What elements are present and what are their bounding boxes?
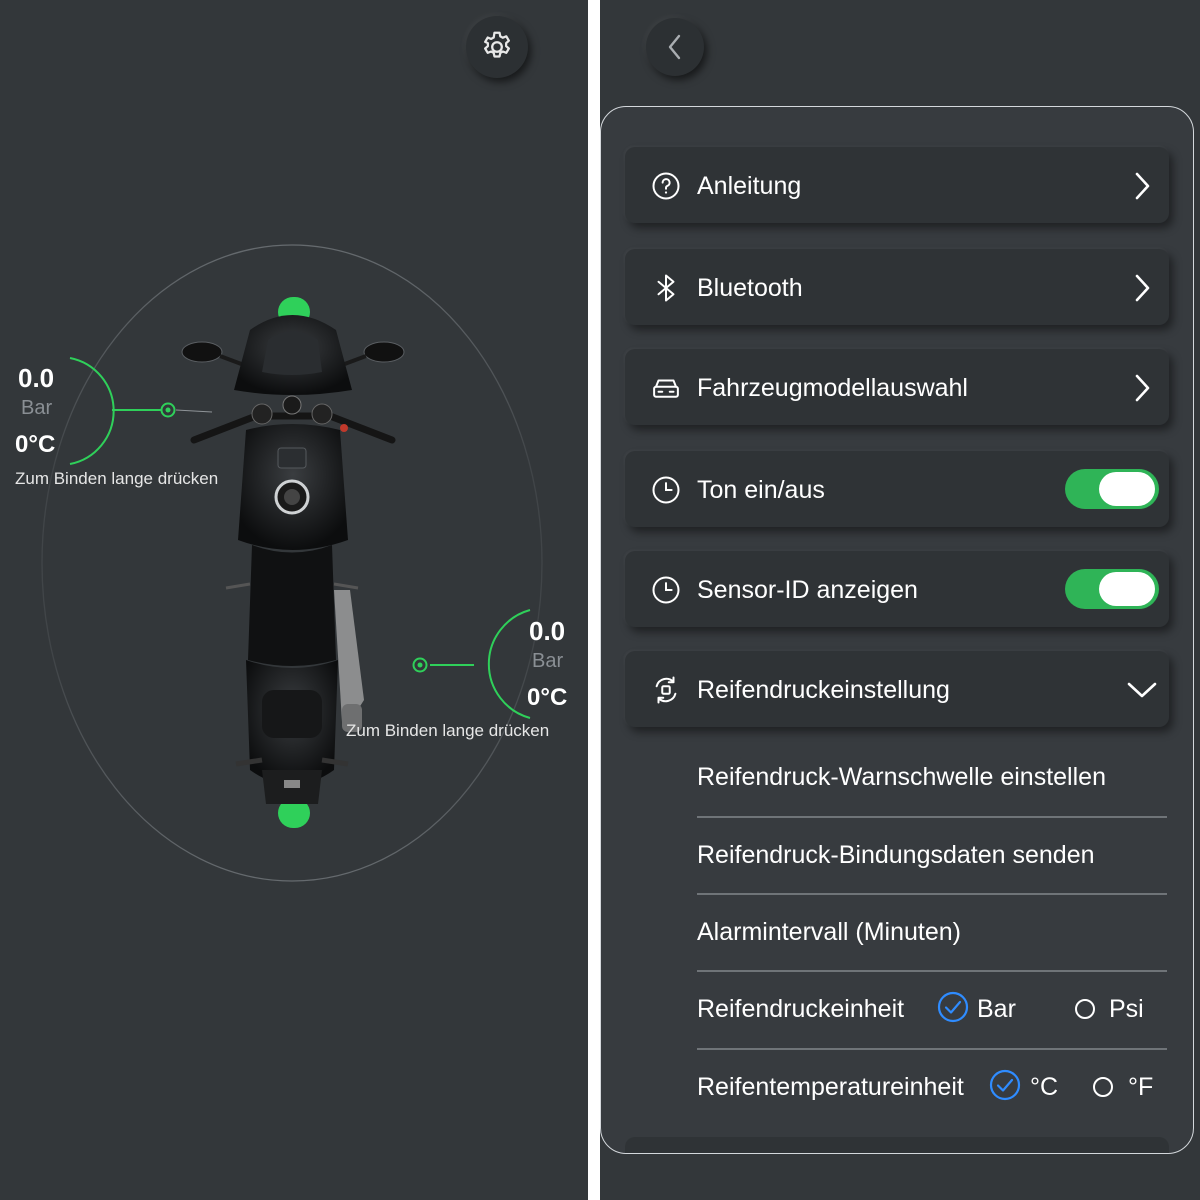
rear-right-gauge-arc bbox=[487, 609, 531, 719]
submenu-item-label: Alarmintervall (Minuten) bbox=[697, 918, 961, 946]
chevron-right-icon bbox=[1135, 374, 1150, 402]
menu-item-ton-ein-aus: Ton ein/aus bbox=[625, 451, 1169, 527]
submenu-item-label: Reifendruck-Warnschwelle einstellen bbox=[697, 763, 1106, 791]
menu-item-partial[interactable] bbox=[625, 1137, 1169, 1153]
clock-icon bbox=[652, 576, 680, 604]
car-icon bbox=[653, 379, 679, 398]
toggle-knob bbox=[1099, 572, 1155, 606]
menu-item-reifendruckeinstellung[interactable]: Reifendruckeinstellung bbox=[625, 651, 1169, 727]
front-left-temperature: 0°C bbox=[15, 431, 56, 458]
submenu-item-alarmintervall[interactable]: Alarmintervall (Minuten) bbox=[697, 894, 1167, 971]
chevron-right-icon bbox=[1135, 172, 1150, 200]
sensor-id-toggle[interactable] bbox=[1065, 569, 1159, 609]
temperature-unit-option-celsius[interactable]: °C bbox=[1030, 1073, 1058, 1102]
menu-item-label: Anleitung bbox=[697, 172, 802, 200]
radio-checked-icon[interactable] bbox=[937, 991, 969, 1023]
pressure-unit-option-psi[interactable]: Psi bbox=[1109, 995, 1144, 1024]
chevron-right-icon bbox=[1135, 274, 1150, 302]
front-left-bind-hint[interactable]: Zum Binden lange drücken bbox=[15, 469, 218, 489]
back-button[interactable] bbox=[646, 18, 704, 76]
pressure-unit-row: Reifendruckeinheit Bar Psi bbox=[697, 971, 1167, 1048]
pressure-unit-option-bar[interactable]: Bar bbox=[977, 995, 1016, 1024]
tpms-dashboard-screen: 0.0 Bar 0°C Zum Binden lange drücken 0.0… bbox=[0, 0, 588, 1200]
menu-item-label: Bluetooth bbox=[697, 274, 803, 302]
sound-toggle[interactable] bbox=[1065, 469, 1159, 509]
submenu-item-warnschwelle[interactable]: Reifendruck-Warnschwelle einstellen bbox=[697, 739, 1167, 816]
radio-unchecked-icon[interactable] bbox=[1093, 1077, 1113, 1097]
submenu-item-bindungsdaten[interactable]: Reifendruck-Bindungsdaten senden bbox=[697, 817, 1167, 894]
radio-checked-icon[interactable] bbox=[989, 1069, 1021, 1101]
toggle-knob bbox=[1099, 472, 1155, 506]
rear-right-pressure-value: 0.0 bbox=[529, 616, 566, 646]
radio-unchecked-icon[interactable] bbox=[1075, 999, 1095, 1019]
menu-item-bluetooth[interactable]: Bluetooth bbox=[625, 249, 1169, 325]
motorcycle-diagram bbox=[41, 244, 543, 882]
temperature-unit-label: Reifentemperatureinheit bbox=[697, 1073, 964, 1101]
temperature-unit-row: Reifentemperatureinheit °C °F bbox=[697, 1049, 1167, 1126]
bluetooth-icon bbox=[657, 274, 675, 302]
tire-sync-icon bbox=[655, 676, 677, 704]
menu-item-anleitung[interactable]: Anleitung bbox=[625, 147, 1169, 223]
front-left-gauge-arc bbox=[69, 357, 115, 465]
settings-screen: Anleitung Bluetooth Fahrzeugmodellauswah… bbox=[600, 0, 1200, 1200]
front-left-pressure-unit: Bar bbox=[21, 397, 53, 419]
menu-item-fahrzeugmodellauswahl[interactable]: Fahrzeugmodellauswahl bbox=[625, 349, 1169, 425]
chevron-left-icon bbox=[668, 34, 681, 60]
front-left-pressure-value: 0.0 bbox=[18, 363, 55, 393]
menu-item-label: Ton ein/aus bbox=[697, 476, 825, 504]
settings-card: Anleitung Bluetooth Fahrzeugmodellauswah… bbox=[600, 106, 1194, 1154]
rear-right-pressure-unit: Bar bbox=[532, 650, 564, 672]
chevron-down-icon bbox=[1127, 682, 1157, 698]
rear-right-bind-hint[interactable]: Zum Binden lange drücken bbox=[346, 721, 549, 741]
pressure-unit-label: Reifendruckeinheit bbox=[697, 995, 905, 1023]
menu-item-label: Sensor-ID anzeigen bbox=[697, 576, 918, 604]
menu-item-label: Reifendruckeinstellung bbox=[697, 676, 950, 704]
menu-item-sensor-id-anzeigen: Sensor-ID anzeigen bbox=[625, 551, 1169, 627]
clock-icon bbox=[652, 476, 680, 504]
help-circle-icon bbox=[652, 172, 680, 200]
menu-item-label: Fahrzeugmodellauswahl bbox=[697, 374, 968, 402]
rear-right-temperature: 0°C bbox=[527, 684, 568, 711]
submenu-item-label: Reifendruck-Bindungsdaten senden bbox=[697, 841, 1095, 869]
temperature-unit-option-fahrenheit[interactable]: °F bbox=[1128, 1073, 1153, 1102]
